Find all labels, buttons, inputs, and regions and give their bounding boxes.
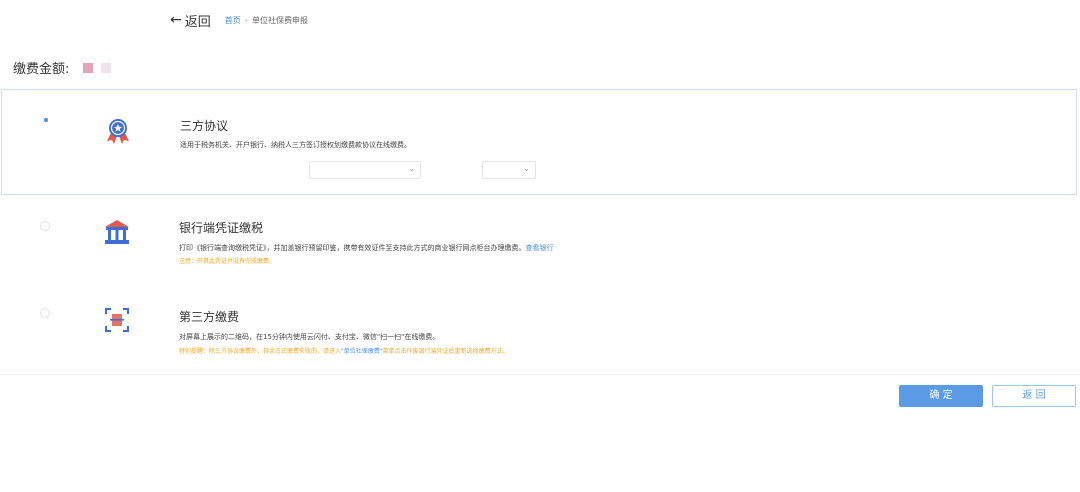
- award-badge-icon: [104, 116, 132, 144]
- breadcrumb-current: 单位社保费申报: [251, 15, 308, 25]
- option-title: 三方协议: [180, 119, 229, 133]
- breadcrumb: 首页 › 单位社保费申报: [225, 15, 308, 26]
- arrow-left-icon: ←: [170, 12, 182, 28]
- breadcrumb-separator: ›: [244, 15, 248, 25]
- option-note-prefix: 特别提醒：除三方协议缴费外，其余方式缴费失败的，请进入: [179, 348, 342, 355]
- option-title: 第三方缴费: [179, 310, 240, 324]
- payment-option-tripartite[interactable]: 三方协议 适用于税务机关、开户银行、纳税人三方签订授权划缴费款协议在线缴费。 ⌄…: [1, 89, 1077, 195]
- radio-third-party[interactable]: [40, 308, 50, 318]
- back-button[interactable]: ← 返回: [170, 11, 211, 30]
- chevron-down-icon: ⌄: [408, 164, 415, 173]
- option-description: 打印《银行端查询缴税凭证》，并加盖银行预留印鉴，携带有效证件至支持此方式的商业银…: [179, 243, 554, 253]
- chevron-down-icon: ⌄: [523, 164, 530, 173]
- return-button[interactable]: 返 回: [992, 385, 1076, 407]
- radio-tripartite[interactable]: [41, 115, 51, 125]
- view-banks-link[interactable]: 查看银行: [526, 244, 554, 252]
- payment-amount-label: 缴费金额:: [13, 62, 70, 77]
- amount-value-redacted: [83, 62, 94, 73]
- option-note: 特别提醒：除三方协议缴费外，其余方式缴费失败的，请进入"单位社保缴费"菜单点击作…: [179, 346, 509, 355]
- account-select[interactable]: ⌄: [482, 161, 536, 179]
- payment-option-bank-voucher[interactable]: 银行端凭证缴税 打印《银行端查询缴税凭证》，并加盖银行预留印鉴，携带有效证件至支…: [0, 215, 1080, 275]
- social-security-payment-link[interactable]: "单位社保缴费": [341, 348, 383, 355]
- page-header: ← 返回 首页 › 单位社保费申报: [170, 10, 308, 30]
- option-note-suffix: 菜单点击作废银行端凭证后重新选择缴费方式。: [382, 348, 509, 355]
- option-description: 对屏幕上展示的二维码，在15分钟内使用云闪付、支付宝、微信"扫一扫"在线缴费。: [179, 333, 440, 341]
- confirm-button[interactable]: 确 定: [899, 385, 983, 407]
- amount-value-redacted: [101, 62, 112, 73]
- bank-select[interactable]: ⌄: [309, 161, 421, 179]
- radio-bank-voucher[interactable]: [40, 221, 50, 231]
- bank-icon: [103, 218, 131, 246]
- qr-scan-icon: [104, 307, 132, 335]
- payment-amount-row: 缴费金额:: [13, 58, 112, 77]
- option-note: 注意：开具此凭证并没有完成缴费。: [179, 258, 276, 265]
- footer-divider: [0, 374, 1080, 375]
- option-description-text: 打印《银行端查询缴税凭证》，并加盖银行预留印鉴，携带有效证件至支持此方式的商业银…: [179, 244, 526, 252]
- option-description: 适用于税务机关、开户银行、纳税人三方签订授权划缴费款协议在线缴费。: [180, 141, 411, 149]
- payment-option-third-party[interactable]: 第三方缴费 对屏幕上展示的二维码，在15分钟内使用云闪付、支付宝、微信"扫一扫"…: [0, 305, 1080, 365]
- breadcrumb-home[interactable]: 首页: [225, 15, 241, 26]
- back-label: 返回: [184, 14, 211, 30]
- option-title: 银行端凭证缴税: [179, 221, 264, 235]
